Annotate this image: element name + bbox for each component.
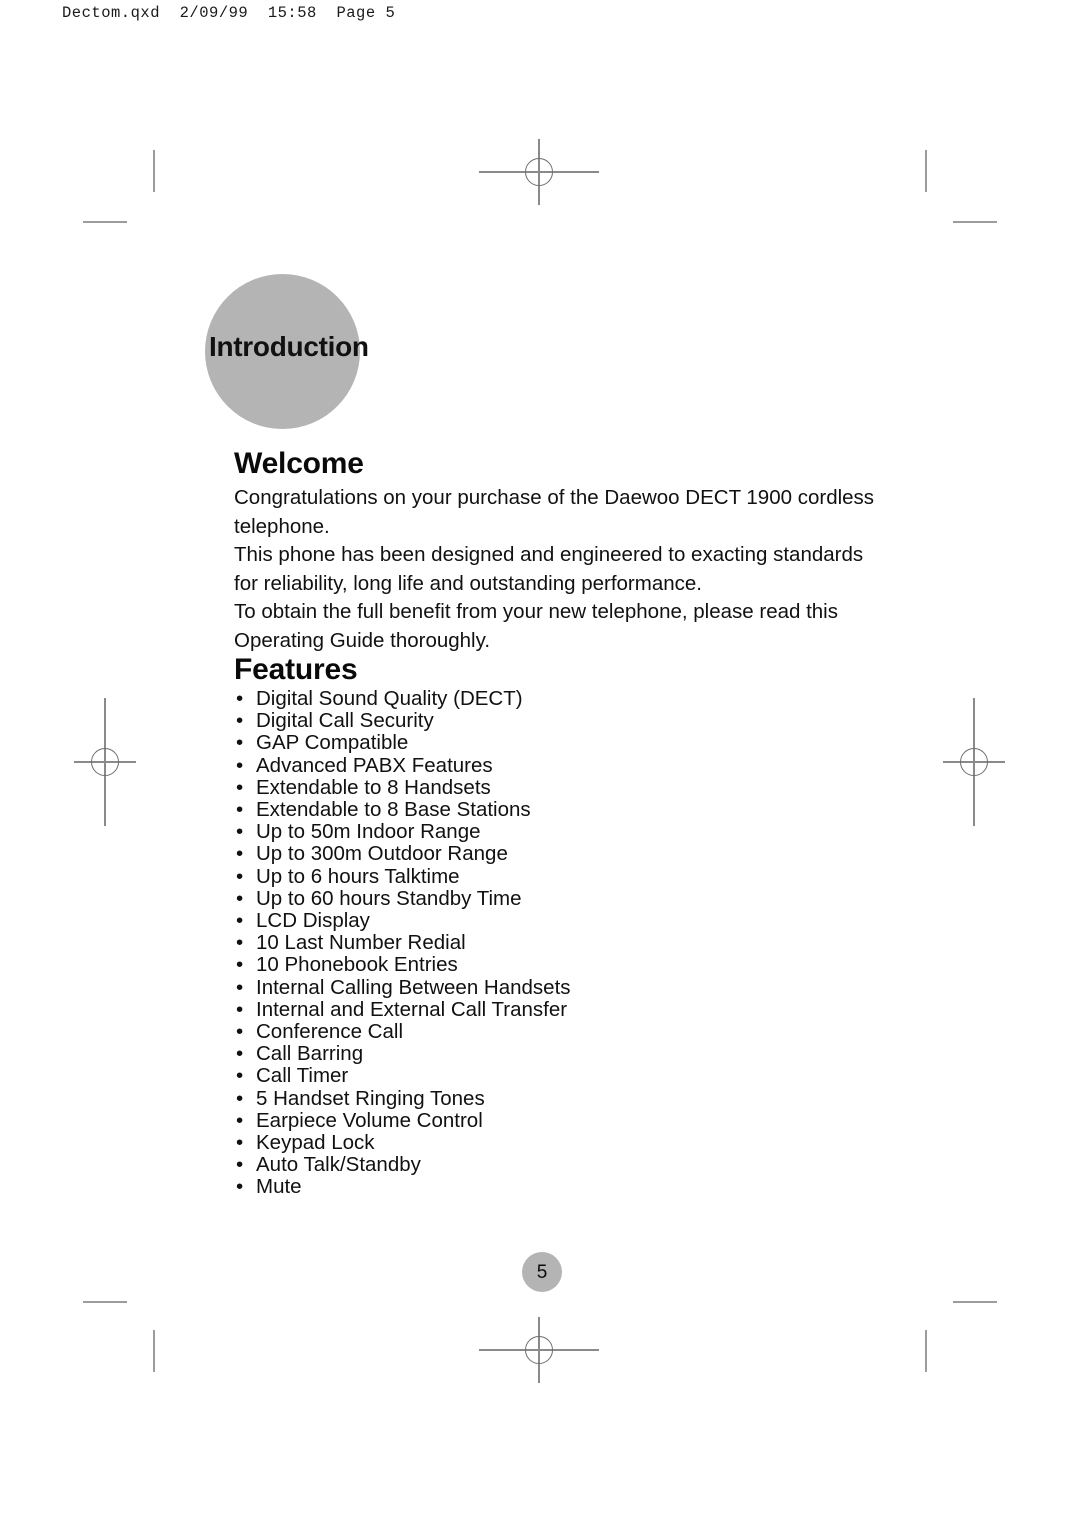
- list-item: • 10 Phonebook Entries: [234, 954, 734, 976]
- bullet-glyph: •: [236, 687, 244, 710]
- list-item: • Internal and External Call Transfer: [234, 997, 734, 1021]
- bullet-glyph: •: [236, 909, 244, 933]
- list-item-label: Advanced PABX Features: [256, 753, 493, 777]
- list-item-label: Keypad Lock: [256, 1131, 375, 1155]
- bullet-glyph: •: [236, 886, 244, 910]
- list-item: • Earpiece Volume Control: [234, 1108, 734, 1132]
- list-item-label: Up to 50m Indoor Range: [256, 820, 481, 844]
- welcome-paragraph: This phone has been designed and enginee…: [234, 543, 864, 595]
- features-heading: Features: [234, 653, 358, 686]
- bullet-glyph: •: [236, 931, 244, 955]
- bullet-glyph: •: [236, 1042, 244, 1066]
- crop-mark-bottom-left-horizontal: [83, 1301, 127, 1303]
- list-item-label: Extendable to 8 Base Stations: [256, 798, 531, 822]
- crop-mark-top-left-horizontal: [83, 221, 127, 223]
- list-item-label: Mute: [256, 1175, 302, 1199]
- section-tab-label: Introduction: [209, 331, 369, 362]
- list-item: • Extendable to 8 Handsets: [234, 775, 734, 799]
- list-item-label: Internal Calling Between Handsets: [256, 975, 571, 999]
- list-item: • 10 Last Number Redial: [234, 932, 734, 954]
- features-list: • Digital Sound Quality (DECT) • Digital C…: [234, 687, 734, 1199]
- list-item: • Conference Call: [234, 1020, 734, 1044]
- list-item-label: Earpiece Volume Control: [256, 1108, 483, 1132]
- list-item-label: 10 Last Number Redial: [256, 931, 466, 955]
- list-item-label: Up to 6 hours Talktime: [256, 864, 460, 888]
- list-item: • Call Barring: [234, 1043, 734, 1065]
- welcome-heading: Welcome: [234, 447, 364, 480]
- list-item: • Up to 50m Indoor Range: [234, 821, 734, 843]
- crop-mark-bottom-right-vertical: [925, 1330, 927, 1372]
- list-item: • Up to 60 hours Standby Time: [234, 886, 734, 910]
- list-item: • Auto Talk/Standby: [234, 1154, 734, 1176]
- list-item-label: Extendable to 8 Handsets: [256, 775, 491, 799]
- bullet-glyph: •: [236, 1020, 244, 1044]
- list-item-label: 5 Handset Ringing Tones: [256, 1086, 485, 1110]
- crop-mark-top-left-vertical: [153, 150, 155, 192]
- crop-mark-bottom-left-vertical: [153, 1330, 155, 1372]
- crop-mark-top-right-horizontal: [953, 221, 997, 223]
- bullet-glyph: •: [236, 1153, 244, 1177]
- list-item: • Mute: [234, 1176, 734, 1198]
- page-number-label: 5: [536, 1261, 548, 1283]
- list-item: • Keypad Lock: [234, 1131, 734, 1155]
- bullet-glyph: •: [236, 864, 244, 888]
- crop-mark-bottom-right-horizontal: [953, 1301, 997, 1303]
- list-item: • Up to 6 hours Talktime: [234, 864, 734, 888]
- list-item-label: Digital Sound Quality (DECT): [256, 687, 523, 710]
- list-item: • Digital Call Security: [234, 710, 734, 732]
- list-item: • LCD Display: [234, 909, 734, 933]
- bullet-glyph: •: [236, 975, 244, 999]
- bullet-glyph: •: [236, 1108, 244, 1132]
- list-item: • Digital Sound Quality (DECT): [234, 687, 734, 710]
- bullet-glyph: •: [236, 709, 244, 733]
- crop-mark-top-right-vertical: [925, 150, 927, 192]
- list-item-label: Conference Call: [256, 1020, 403, 1044]
- bullet-glyph: •: [236, 731, 244, 755]
- list-item-label: Internal and External Call Transfer: [256, 997, 568, 1021]
- list-item: • Call Timer: [234, 1065, 734, 1087]
- page-number-badge: 5: [522, 1252, 562, 1292]
- list-item-label: Call Timer: [256, 1064, 349, 1088]
- list-item: • Extendable to 8 Base Stations: [234, 798, 734, 822]
- bullet-glyph: •: [236, 997, 244, 1021]
- bullet-glyph: •: [236, 798, 244, 822]
- list-item: • Up to 300m Outdoor Range: [234, 843, 734, 865]
- list-item: • 5 Handset Ringing Tones: [234, 1086, 734, 1110]
- bullet-glyph: •: [236, 775, 244, 799]
- bullet-glyph: •: [236, 842, 244, 866]
- bullet-glyph: •: [236, 820, 244, 844]
- list-item: • Internal Calling Between Handsets: [234, 975, 734, 999]
- bullet-glyph: •: [236, 1064, 244, 1088]
- welcome-paragraph: To obtain the full benefit from your new…: [234, 600, 838, 652]
- list-item-label: GAP Compatible: [256, 731, 409, 755]
- list-item-label: Up to 60 hours Standby Time: [256, 886, 522, 910]
- list-item: • GAP Compatible: [234, 732, 734, 754]
- list-item-label: Call Barring: [256, 1042, 364, 1066]
- list-item: • Advanced PABX Features: [234, 753, 734, 777]
- list-item-label: Up to 300m Outdoor Range: [256, 842, 508, 866]
- list-item-label: Digital Call Security: [256, 709, 434, 733]
- bullet-glyph: •: [236, 953, 244, 977]
- list-item-label: 10 Phonebook Entries: [256, 953, 458, 977]
- bullet-glyph: •: [236, 753, 244, 777]
- bullet-glyph: •: [236, 1175, 244, 1199]
- scan-header-text: Dectom.qxd 2/09/99 15:58 Page 5: [62, 4, 396, 22]
- bullet-glyph: •: [236, 1086, 244, 1110]
- bullet-glyph: •: [236, 1131, 244, 1155]
- list-item-label: Auto Talk/Standby: [256, 1153, 421, 1177]
- welcome-paragraph: Congratulations on your purchase of the …: [234, 486, 875, 538]
- list-item-label: LCD Display: [256, 909, 370, 933]
- welcome-body: Congratulations on your purchase of the …: [234, 484, 886, 655]
